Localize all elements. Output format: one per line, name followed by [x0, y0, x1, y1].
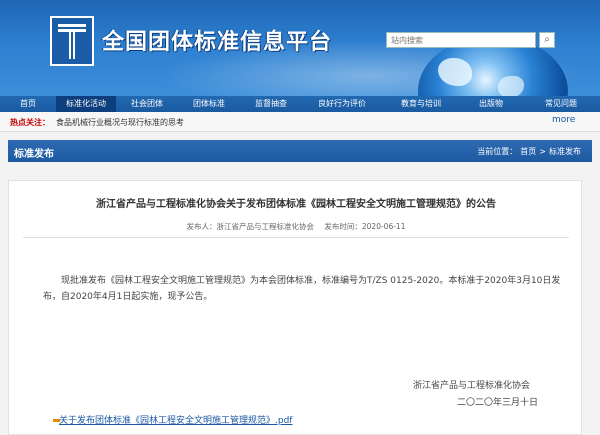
article-title: 浙江省产品与工程标准化协会关于发布团体标准《园林工程安全文明施工管理规范》的公告: [96, 199, 496, 210]
breadcrumb-current[interactable]: 标准发布: [549, 147, 581, 156]
nav-item-group-standards[interactable]: 团体标准: [178, 96, 240, 112]
signature-org: 浙江省产品与工程标准化协会: [413, 381, 531, 391]
article-date: 发布时间：2020-06-11: [324, 222, 406, 231]
article-meta: 发布人：浙江省产品与工程标准化协会 发布时间：2020-06-11: [9, 221, 583, 232]
breadcrumb: 当前位置： 首页 > 标准发布: [477, 146, 584, 157]
hot-topics-bar: 热点关注： 食品机械行业概况与现行标准的思考 more: [0, 112, 600, 132]
search-input[interactable]: [386, 32, 536, 48]
main-nav: 首页 标准化活动 社会团体 团体标准 监督抽查 良好行为评价 教育与培训 出版物…: [0, 96, 600, 112]
signature-date: 二〇二〇年三月十日: [457, 398, 539, 408]
site-title[interactable]: 全国团体标准信息平台: [102, 24, 332, 56]
site-banner: 全国团体标准信息平台 ⌕: [0, 0, 600, 96]
breadcrumb-prefix: 当前位置：: [477, 147, 518, 156]
search-button[interactable]: ⌕: [539, 32, 555, 48]
nav-item-standardization[interactable]: 标准化活动: [56, 96, 116, 112]
section-title: 标准发布: [14, 149, 54, 160]
nav-item-faq[interactable]: 常见问题: [522, 96, 600, 112]
nav-item-training[interactable]: 教育与培训: [382, 96, 460, 112]
section-header: 标准发布 当前位置： 首页 > 标准发布: [8, 140, 592, 162]
article-publisher: 发布人：浙江省产品与工程标准化协会: [186, 222, 315, 231]
breadcrumb-separator: >: [539, 147, 546, 156]
breadcrumb-home[interactable]: 首页: [520, 147, 536, 156]
search-icon: ⌕: [544, 34, 550, 45]
logo-icon[interactable]: [50, 16, 94, 66]
attachment-link[interactable]: 关于发布团体标准《园林工程安全文明施工管理规范》.pdf: [59, 413, 292, 426]
divider: [23, 237, 569, 238]
more-link[interactable]: more: [552, 115, 575, 125]
nav-item-inspection[interactable]: 监督抽查: [240, 96, 302, 112]
article-panel: 浙江省产品与工程标准化协会关于发布团体标准《园林工程安全文明施工管理规范》的公告…: [8, 180, 582, 435]
hot-topics-label: 热点关注：: [10, 118, 50, 127]
nav-item-home[interactable]: 首页: [0, 96, 56, 112]
nav-item-groups[interactable]: 社会团体: [116, 96, 178, 112]
globe-land-shape: [438, 58, 472, 86]
globe-land-shape: [498, 76, 524, 96]
nav-item-evaluation[interactable]: 良好行为评价: [302, 96, 382, 112]
nav-item-publications[interactable]: 出版物: [460, 96, 522, 112]
search-box: ⌕: [386, 32, 556, 48]
article-body: 现批准发布《园林工程安全文明施工管理规范》为本会团体标准，标准编号为T/ZS 0…: [43, 276, 561, 302]
hot-topic-link[interactable]: 食品机械行业概况与现行标准的思考: [56, 117, 184, 128]
